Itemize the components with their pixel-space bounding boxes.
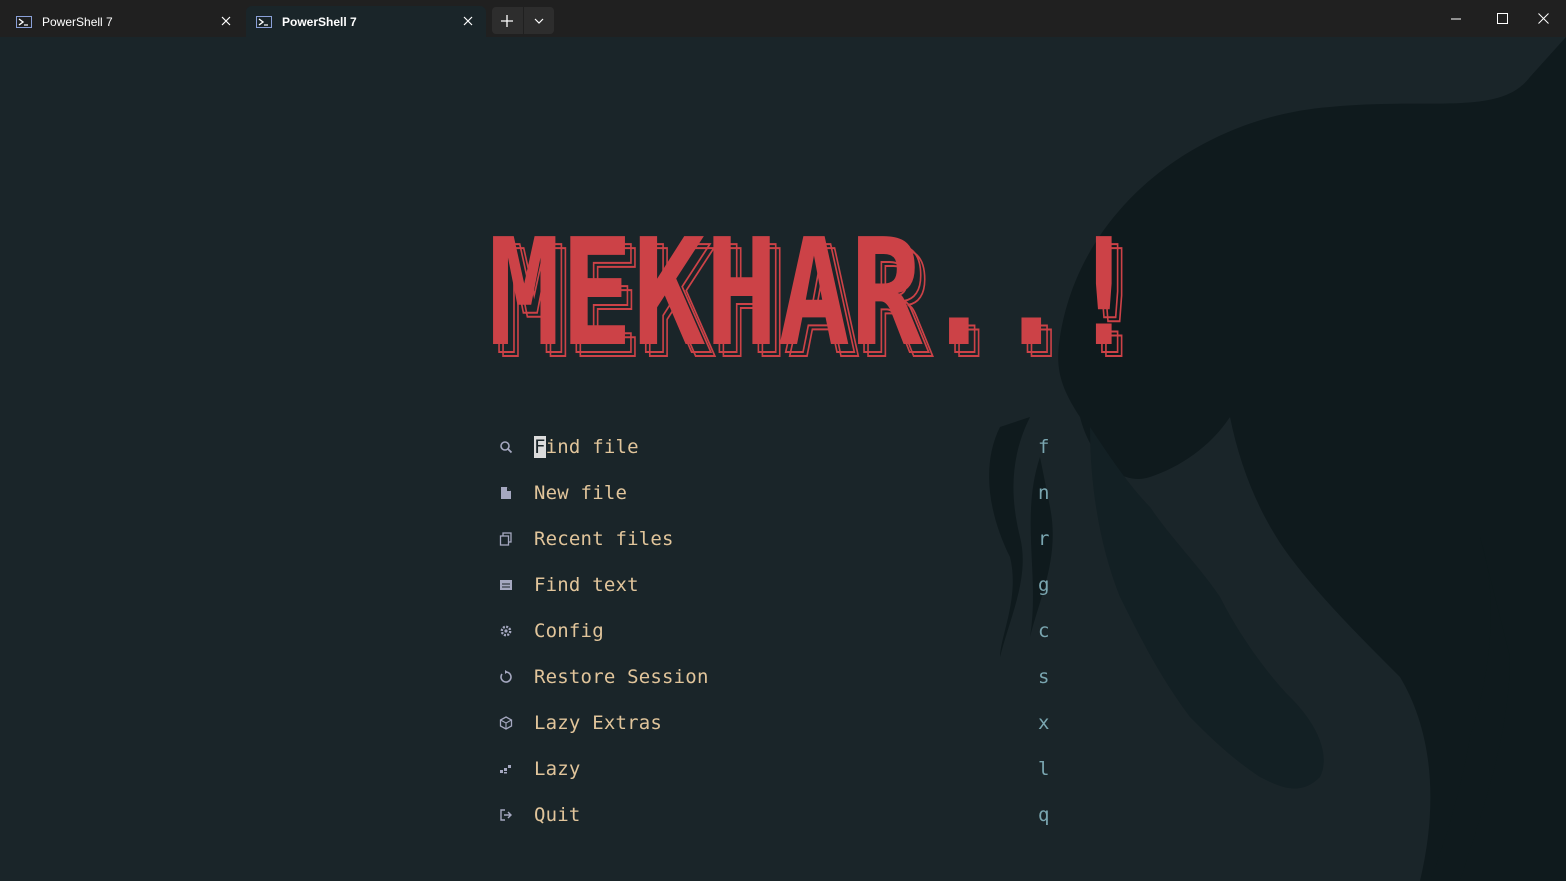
menu-item-recent-files[interactable]: Recent files r bbox=[498, 516, 1058, 562]
menu-item-key: x bbox=[1038, 712, 1050, 734]
minimize-button[interactable] bbox=[1433, 0, 1479, 37]
package-icon bbox=[498, 715, 514, 731]
menu-item-lazy-extras[interactable]: Lazy Extras x bbox=[498, 700, 1058, 746]
menu-item-key: l bbox=[1038, 758, 1050, 780]
menu-item-key: q bbox=[1038, 804, 1050, 826]
menu-item-quit[interactable]: Quit q bbox=[498, 792, 1058, 838]
chevron-down-icon bbox=[534, 18, 544, 24]
file-icon bbox=[498, 485, 514, 501]
menu-item-key: f bbox=[1038, 436, 1050, 458]
search-icon bbox=[498, 439, 514, 455]
recent-files-icon bbox=[498, 531, 514, 547]
powershell-icon bbox=[16, 15, 32, 28]
text-search-icon bbox=[498, 577, 514, 593]
new-tab-button[interactable] bbox=[492, 7, 523, 34]
lazy-icon bbox=[498, 761, 514, 777]
menu-item-config[interactable]: Config c bbox=[498, 608, 1058, 654]
cursor: F bbox=[534, 436, 546, 458]
banner-art: MEKHAR..! MEKHAR..! MEKHAR..! bbox=[488, 207, 1151, 392]
menu-item-restore-session[interactable]: Restore Session s bbox=[498, 654, 1058, 700]
menu-item-new-file[interactable]: New file n bbox=[498, 470, 1058, 516]
menu-item-key: c bbox=[1038, 620, 1050, 642]
menu-item-label: Recent files bbox=[534, 528, 674, 550]
menu-item-key: g bbox=[1038, 574, 1050, 596]
dashboard-menu: Find file f New file n Recent files r Fi… bbox=[498, 424, 1058, 838]
menu-item-find-file[interactable]: Find file f bbox=[498, 424, 1058, 470]
tab-title: PowerShell 7 bbox=[42, 14, 113, 29]
menu-item-label: Find text bbox=[534, 574, 639, 596]
close-tab-icon[interactable] bbox=[218, 13, 234, 29]
title-bar: PowerShell 7 PowerShell 7 bbox=[0, 0, 1566, 37]
ascii-banner: MEKHAR..! MEKHAR..! MEKHAR..! bbox=[486, 207, 1154, 392]
tab-title: PowerShell 7 bbox=[282, 14, 357, 29]
menu-item-label: Find file bbox=[534, 436, 639, 458]
menu-item-label: Restore Session bbox=[534, 666, 709, 688]
menu-item-label: Lazy bbox=[534, 758, 581, 780]
menu-item-label: New file bbox=[534, 482, 628, 504]
menu-item-label: Config bbox=[534, 620, 604, 642]
close-window-button[interactable] bbox=[1520, 0, 1566, 37]
quit-icon bbox=[498, 807, 514, 823]
gear-icon bbox=[498, 623, 514, 639]
tab-dropdown-button[interactable] bbox=[522, 7, 555, 34]
powershell-icon bbox=[256, 15, 272, 28]
menu-item-key: s bbox=[1038, 666, 1050, 688]
close-tab-icon[interactable] bbox=[460, 13, 476, 29]
menu-item-find-text[interactable]: Find text g bbox=[498, 562, 1058, 608]
maximize-button[interactable] bbox=[1479, 0, 1525, 37]
maximize-icon bbox=[1496, 13, 1508, 24]
close-icon bbox=[1537, 13, 1549, 24]
menu-item-key: n bbox=[1038, 482, 1050, 504]
banner-text: MEKHAR..! bbox=[488, 226, 1140, 362]
minimize-icon bbox=[1451, 18, 1461, 19]
new-tab-group bbox=[492, 7, 554, 34]
menu-item-label: Lazy Extras bbox=[534, 712, 663, 734]
tab-powershell-1[interactable]: PowerShell 7 bbox=[0, 6, 244, 37]
restore-icon bbox=[498, 669, 514, 685]
menu-item-lazy[interactable]: Lazy l bbox=[498, 746, 1058, 792]
menu-item-label: Quit bbox=[534, 804, 581, 826]
menu-item-key: r bbox=[1038, 528, 1050, 550]
tab-powershell-2[interactable]: PowerShell 7 bbox=[246, 6, 486, 37]
plus-icon bbox=[501, 14, 514, 27]
